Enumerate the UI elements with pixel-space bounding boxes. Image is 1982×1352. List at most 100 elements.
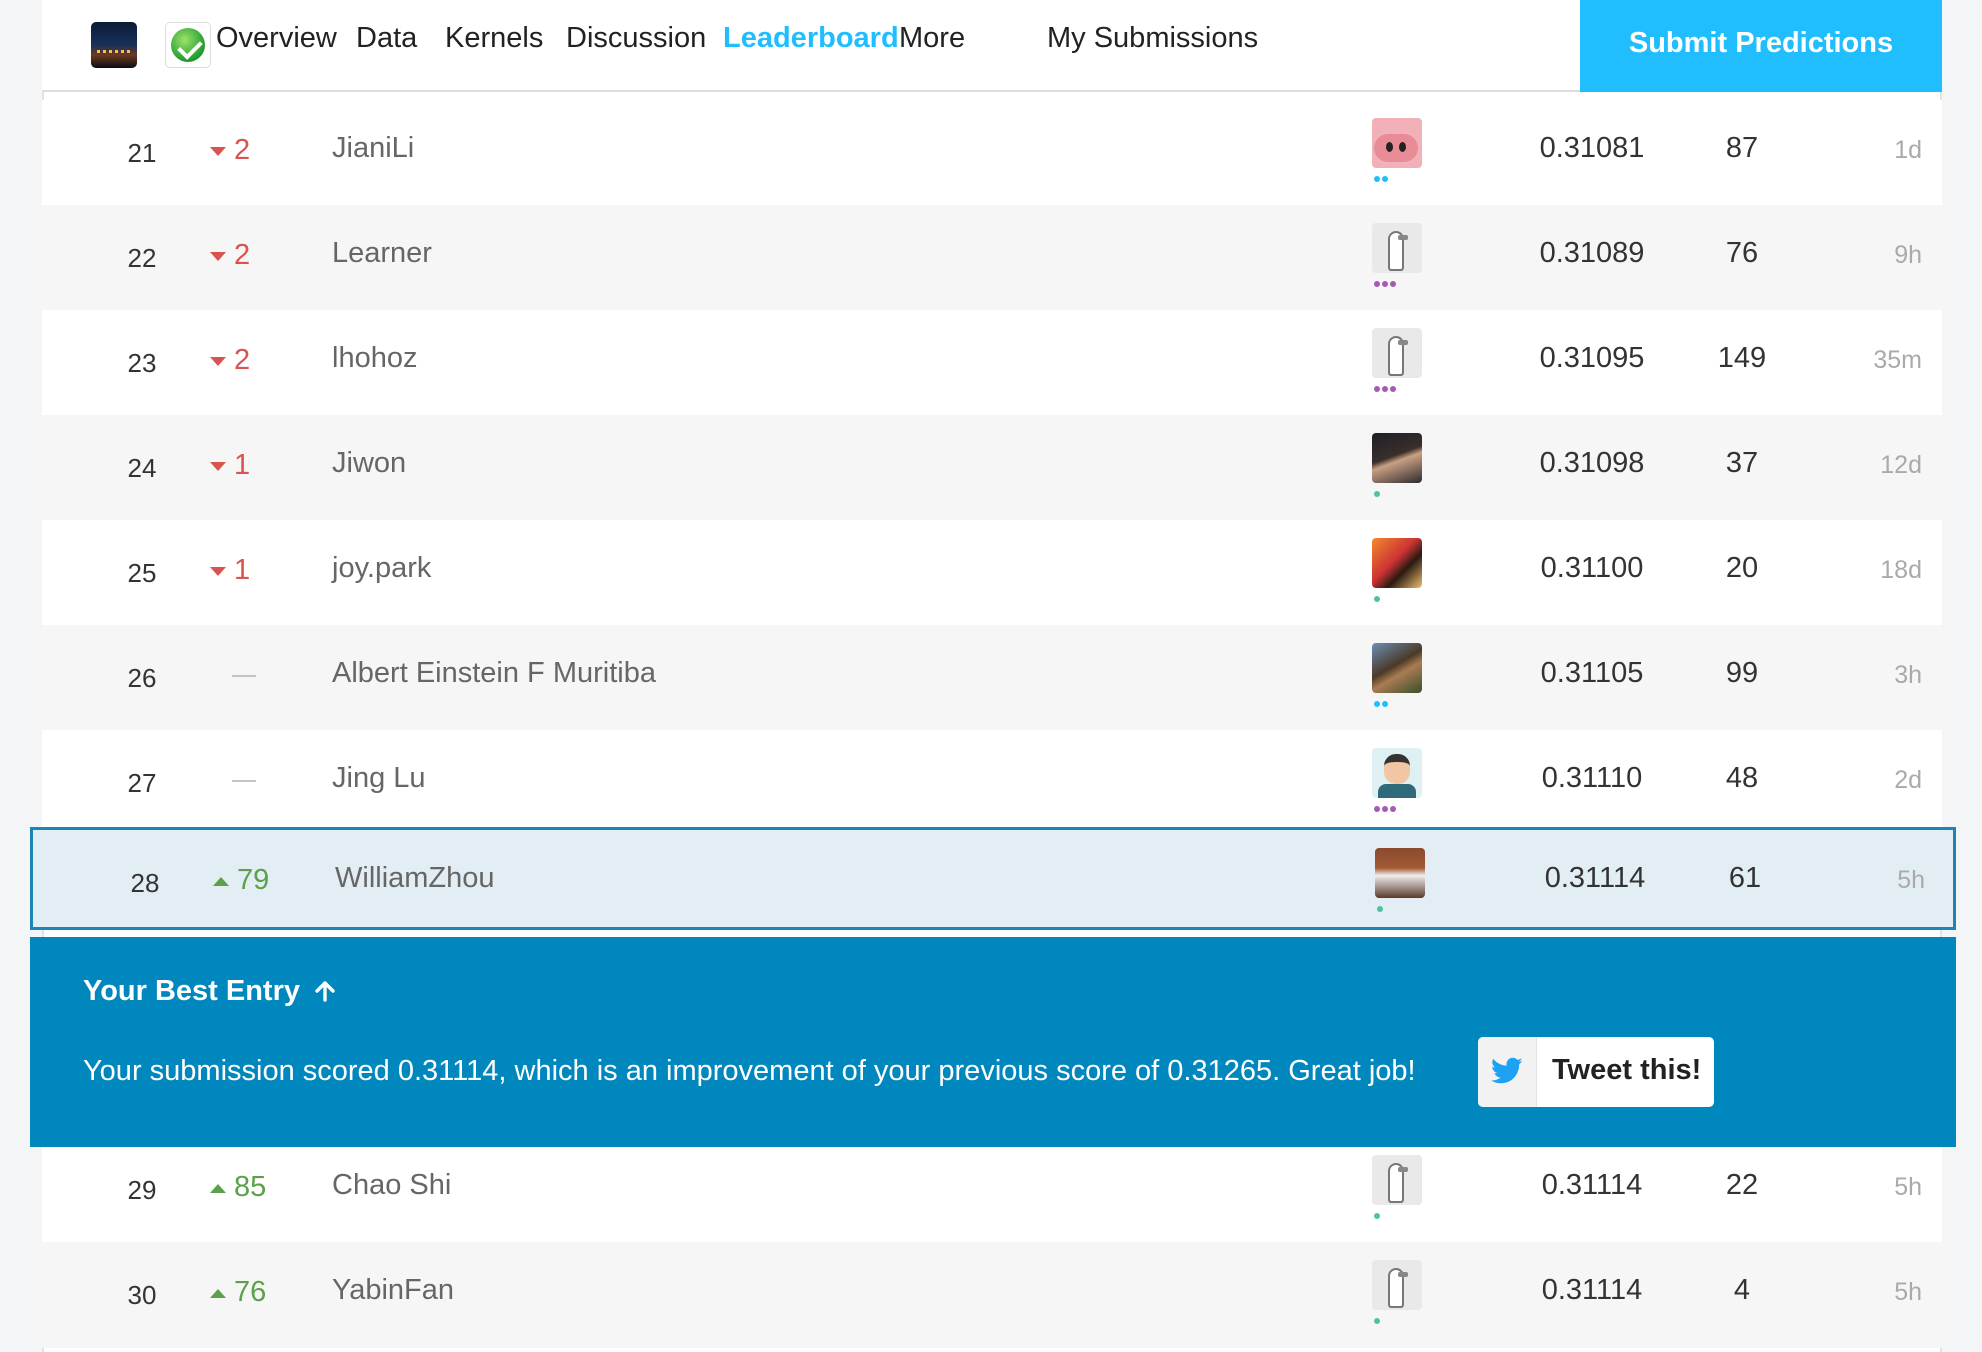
score: 0.31114	[1544, 862, 1646, 894]
table-row[interactable]: 26 Albert Einstein F Muritiba 0.31105 99 3h	[42, 625, 1942, 731]
score: 0.31114	[1541, 1274, 1643, 1306]
last-submission: 9h	[1894, 241, 1922, 269]
my-submissions-link[interactable]: My Submissions	[1047, 22, 1258, 55]
team-name[interactable]: Learner	[332, 237, 432, 270]
team-name[interactable]: Jiwon	[332, 447, 406, 480]
table-row[interactable]: 23 2 lhohoz 0.31095 149 35m	[42, 310, 1942, 416]
tier-dot	[1374, 176, 1380, 182]
team-name[interactable]: Albert Einstein F Muritiba	[332, 657, 656, 690]
default-goose-avatar[interactable]	[1372, 223, 1422, 273]
tab-leaderboard[interactable]: Leaderboard	[723, 22, 899, 55]
rank-change-value: 2	[234, 134, 251, 166]
pig-avatar[interactable]	[1372, 118, 1422, 168]
tier-dot	[1382, 281, 1388, 287]
score: 0.31114	[1541, 1169, 1643, 1201]
triangle-down-icon	[210, 356, 226, 366]
last-submission: 2d	[1894, 766, 1922, 794]
tier-dot	[1374, 806, 1380, 812]
table-row[interactable]: 27 Jing Lu 0.31110 48 2d	[42, 730, 1942, 836]
tier-dots	[1377, 906, 1385, 914]
triangle-up-icon	[213, 876, 229, 886]
entries-count: 22	[1725, 1169, 1759, 1201]
rank-change-value: 1	[234, 554, 251, 586]
table-row[interactable]: 30 76 YabinFan 0.31114 4 5h	[42, 1242, 1942, 1348]
rank-change: 1	[210, 449, 310, 482]
cartoon-avatar[interactable]	[1372, 748, 1422, 798]
twitter-bird-icon	[1478, 1037, 1537, 1107]
rank-change-value: 76	[234, 1276, 267, 1308]
last-submission: 18d	[1880, 556, 1922, 584]
banner-title: Your Best Entry	[83, 975, 301, 1007]
tier-dots	[1374, 806, 1398, 814]
photo-avatar[interactable]	[1372, 538, 1422, 588]
tab-more[interactable]: More	[899, 22, 965, 55]
submit-predictions-button[interactable]: Submit Predictions	[1580, 0, 1942, 92]
table-row[interactable]: 21 2 JianiLi 0.31081 87 1d	[42, 100, 1942, 206]
no-change-dash-icon	[232, 780, 256, 783]
rank-change-value: 79	[237, 864, 270, 896]
default-goose-avatar[interactable]	[1372, 1260, 1422, 1310]
entries-count: 149	[1717, 342, 1767, 374]
last-submission: 12d	[1880, 451, 1922, 479]
photo-avatar[interactable]	[1372, 643, 1422, 693]
team-name[interactable]: YabinFan	[332, 1274, 454, 1307]
table-row[interactable]: 24 1 Jiwon 0.31098 37 12d	[42, 415, 1942, 521]
tier-dots	[1374, 596, 1382, 604]
rank-change: 76	[210, 1276, 310, 1309]
tab-data[interactable]: Data	[356, 22, 417, 55]
tweet-label: Tweet this!	[1552, 1054, 1702, 1086]
entries-count: 37	[1725, 447, 1759, 479]
team-name[interactable]: Chao Shi	[332, 1169, 451, 1202]
team-name[interactable]: lhohoz	[332, 342, 417, 375]
rank-change: 85	[210, 1171, 310, 1204]
entries-count: 48	[1725, 762, 1759, 794]
default-goose-avatar[interactable]	[1372, 1155, 1422, 1205]
triangle-up-icon	[210, 1288, 226, 1298]
last-submission: 5h	[1897, 866, 1925, 894]
tab-discussion[interactable]: Discussion	[566, 22, 706, 55]
tab-kernels[interactable]: Kernels	[445, 22, 543, 55]
tier-dot	[1374, 596, 1380, 602]
no-change-dash-icon	[232, 675, 256, 678]
rank-change-value: 1	[234, 449, 251, 481]
rank: 30	[127, 1280, 157, 1310]
table-row[interactable]: 22 2 Learner 0.31089 76 9h	[42, 205, 1942, 311]
table-row[interactable]: 29 85 Chao Shi 0.31114 22 5h	[42, 1137, 1942, 1243]
rank: 23	[127, 348, 157, 378]
triangle-up-icon	[210, 1183, 226, 1193]
team-name[interactable]: WilliamZhou	[335, 862, 495, 895]
tier-dots	[1374, 1213, 1382, 1221]
sberbank-logo-icon[interactable]	[165, 22, 211, 68]
photo-avatar[interactable]	[1375, 848, 1425, 898]
tier-dots	[1374, 1318, 1382, 1326]
score: 0.31098	[1539, 447, 1645, 479]
last-submission: 3h	[1894, 661, 1922, 689]
team-name[interactable]: joy.park	[332, 552, 431, 585]
tier-dot	[1374, 1213, 1380, 1219]
rank-change: 2	[210, 134, 310, 167]
tier-dot	[1382, 176, 1388, 182]
team-name[interactable]: Jing Lu	[332, 762, 426, 795]
tier-dots	[1374, 386, 1398, 394]
competition-nav: Overview Data Kernels Discussion Leaderb…	[42, 0, 1942, 92]
default-goose-avatar[interactable]	[1372, 328, 1422, 378]
last-submission: 5h	[1894, 1173, 1922, 1201]
tier-dots	[1374, 281, 1398, 289]
table-row[interactable]: 25 1 joy.park 0.31100 20 18d	[42, 520, 1942, 626]
team-name[interactable]: JianiLi	[332, 132, 414, 165]
photo-avatar[interactable]	[1372, 433, 1422, 483]
banner-message: Your submission scored 0.31114, which is…	[83, 1055, 1416, 1087]
competition-thumbnail-icon[interactable]	[91, 22, 137, 68]
tweet-button[interactable]: Tweet this!	[1478, 1037, 1714, 1107]
rank-change: 2	[210, 344, 310, 377]
tab-overview[interactable]: Overview	[216, 22, 337, 55]
last-submission: 35m	[1873, 346, 1922, 374]
tier-dot	[1390, 281, 1396, 287]
rank-change-value: 2	[234, 239, 251, 271]
rank: 24	[127, 453, 157, 483]
my-table-row[interactable]: 28 79 WilliamZhou 0.31114 61 5h	[30, 827, 1956, 930]
tier-dot	[1382, 386, 1388, 392]
rank-change: 2	[210, 239, 310, 272]
rank-change	[210, 764, 310, 797]
tier-dot	[1382, 806, 1388, 812]
